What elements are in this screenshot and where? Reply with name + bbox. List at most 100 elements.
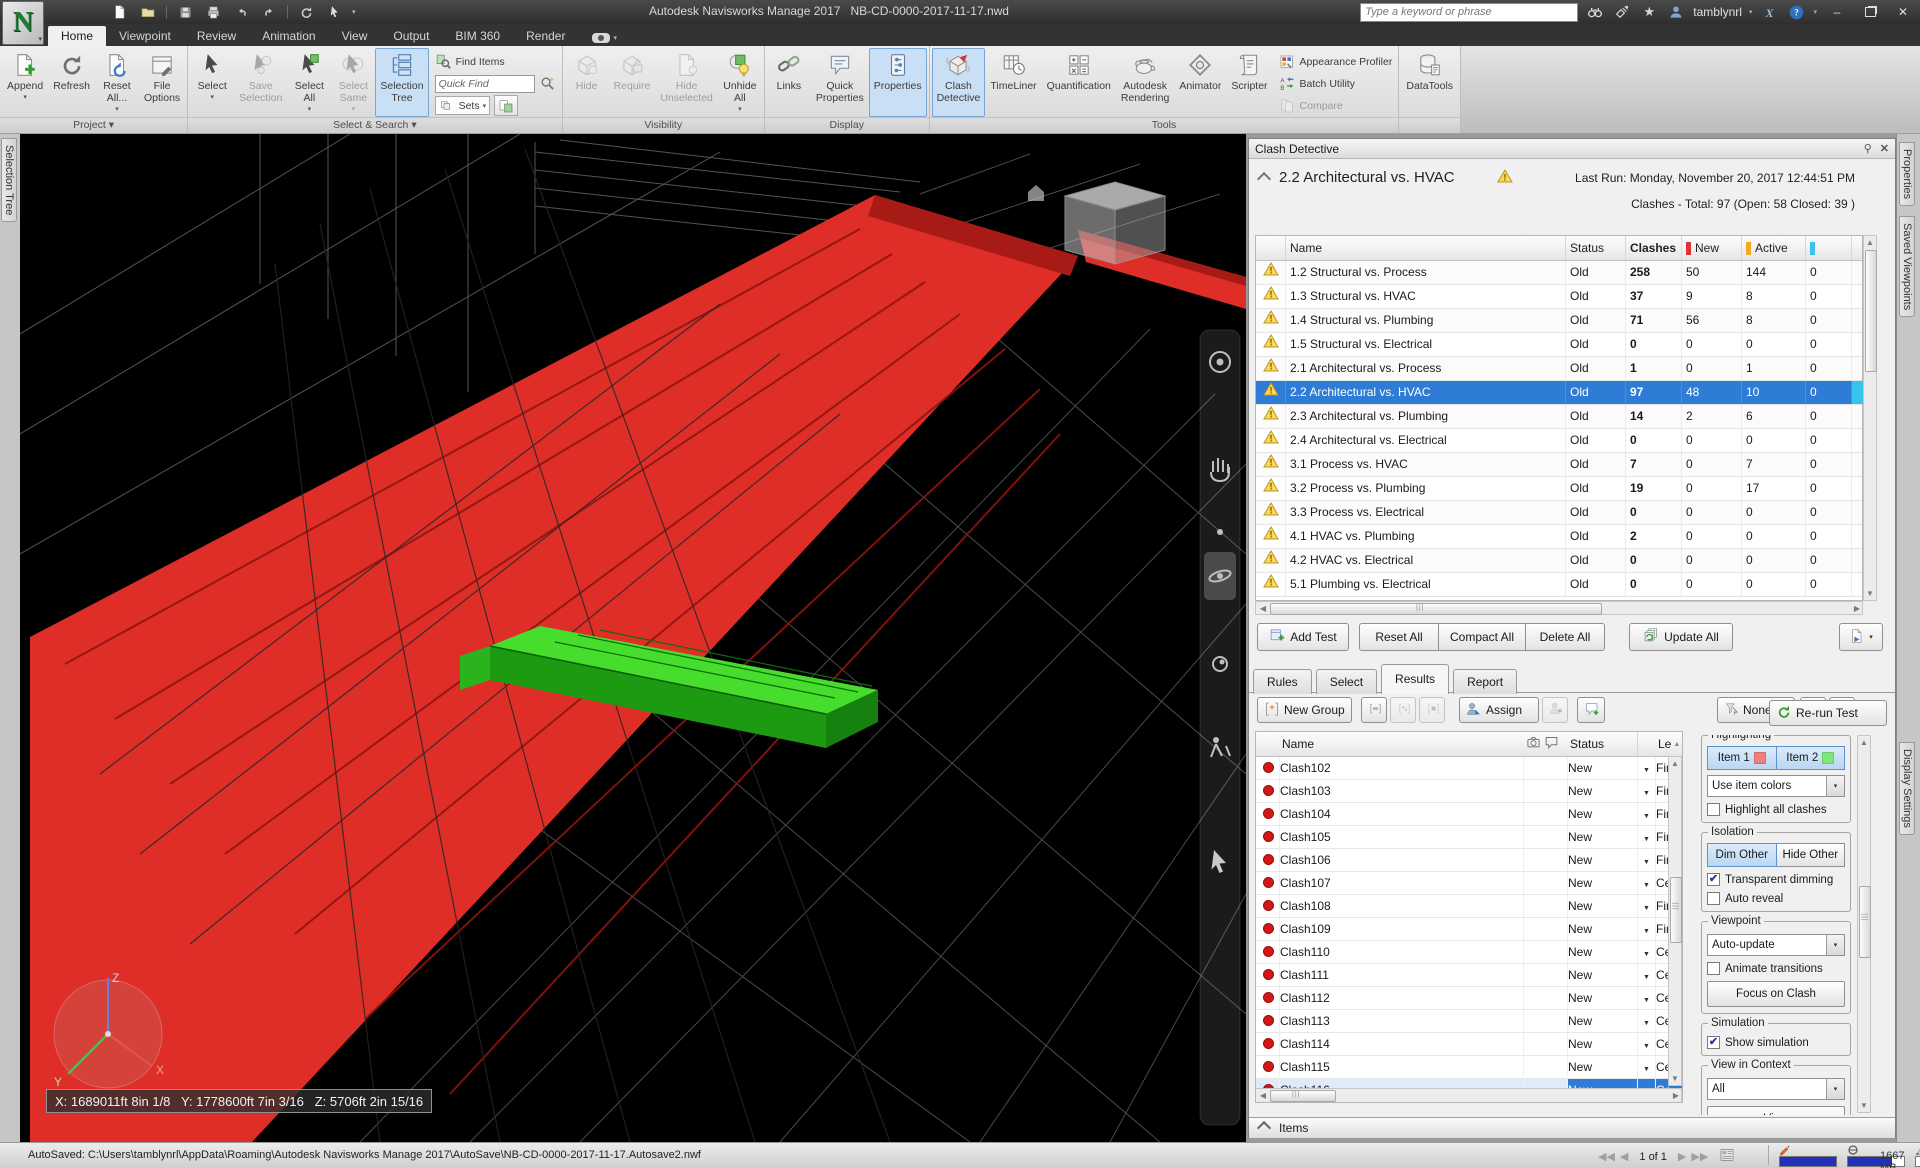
ribbon-button-reset-all[interactable]: Reset All...▾ xyxy=(95,48,139,117)
viewport-3d-canvas[interactable]: Z X Y X: 1689011ft 8in 1/8 Y: 1778600ft … xyxy=(20,134,1246,1142)
import-export-dropdown-button[interactable]: ▾ xyxy=(1839,623,1883,651)
ribbon-button-quantification[interactable]: Quantification xyxy=(1042,48,1116,117)
view-button[interactable]: View xyxy=(1707,1106,1845,1115)
group-label-select-search[interactable]: Select & Search ▾ xyxy=(188,117,561,133)
test-row-2-1-architectural-vs-process[interactable]: !2.1 Architectural vs. ProcessOld1010 xyxy=(1256,357,1862,381)
dock-tab-display-settings[interactable]: Display Settings xyxy=(1899,742,1915,835)
results-vertical-scrollbar[interactable]: ▲ ||| ▼ xyxy=(1668,756,1682,1086)
highlight-all-clashes-checkbox[interactable]: Highlight all clashes xyxy=(1707,803,1845,816)
tests-horizontal-scrollbar[interactable]: ◀ ||| ▶ xyxy=(1255,601,1863,615)
status-dropdown-caret-icon[interactable]: ▼ xyxy=(1638,1033,1656,1055)
ribbon-button-select-all[interactable]: Select All▾ xyxy=(287,48,331,117)
ribbon-button-unhide-all[interactable]: Unhide All▾ xyxy=(718,48,762,117)
ribbon-tab-viewpoint[interactable]: Viewpoint xyxy=(106,26,184,46)
new-group-button[interactable]: New Group xyxy=(1257,697,1352,723)
clash-tab-select[interactable]: Select xyxy=(1316,669,1377,694)
test-row-1-5-structural-vs-electrical[interactable]: !1.5 Structural vs. ElectricalOld0000 xyxy=(1256,333,1862,357)
ribbon-button-refresh[interactable]: Refresh xyxy=(48,48,95,117)
clash-row-clash113[interactable]: Clash113New▼Ce xyxy=(1256,1010,1682,1033)
close-button[interactable]: ✕ xyxy=(1890,3,1916,21)
render-menu-caret-icon[interactable]: ▾ xyxy=(613,34,617,42)
clash-row-clash115[interactable]: Clash115New▼Ce xyxy=(1256,1056,1682,1079)
ribbon-button-timeliner[interactable]: TimeLiner xyxy=(985,48,1041,117)
next-sheet-button[interactable]: ▶ xyxy=(1678,1150,1686,1163)
search-binoculars-icon[interactable] xyxy=(1585,3,1605,21)
user-menu-caret-icon[interactable]: ▾ xyxy=(1749,8,1753,16)
dock-tab-saved-viewpoints[interactable]: Saved Viewpoints xyxy=(1899,216,1915,317)
test-row-3-2-process-vs-plumbing[interactable]: !3.2 Process vs. PlumbingOld190170 xyxy=(1256,477,1862,501)
sets-dropdown[interactable]: Sets▾ xyxy=(435,96,491,115)
status-dropdown-caret-icon[interactable]: ▼ xyxy=(1638,918,1656,940)
ribbon-button-autodesk-rendering[interactable]: Autodesk Rendering xyxy=(1116,48,1174,117)
clash-tab-rules[interactable]: Rules xyxy=(1253,669,1312,694)
assign-button[interactable]: Assign xyxy=(1459,697,1539,723)
undo-icon[interactable] xyxy=(231,3,251,21)
status-dropdown-caret-icon[interactable]: ▼ xyxy=(1638,964,1656,986)
help-menu-caret-icon[interactable]: ▾ xyxy=(1813,8,1817,16)
test-row-1-2-structural-vs-process[interactable]: !1.2 Structural vs. ProcessOld258501440 xyxy=(1256,261,1862,285)
render-in-cloud-icon[interactable] xyxy=(592,33,610,43)
use-item-colors-dropdown[interactable]: Use item colors▾ xyxy=(1707,775,1845,797)
clash-tab-results[interactable]: Results xyxy=(1381,664,1449,694)
status-dropdown-caret-icon[interactable]: ▼ xyxy=(1638,987,1656,1009)
minimize-button[interactable]: – xyxy=(1824,3,1850,21)
clash-row-clash110[interactable]: Clash110New▼Ce xyxy=(1256,941,1682,964)
ribbon-button-batch-utility[interactable]: ABBatch Utility xyxy=(1279,74,1393,93)
items-section-header[interactable]: Items xyxy=(1249,1117,1895,1138)
add-test-button[interactable]: Add Test xyxy=(1257,623,1349,651)
selection-tree-tab[interactable]: Selection Tree xyxy=(1,138,17,222)
clash-row-clash107[interactable]: Clash107New▼Ce xyxy=(1256,872,1682,895)
results-list-header[interactable]: Name Status Le▲ xyxy=(1256,732,1682,757)
focus-on-clash-button[interactable]: Focus on Clash xyxy=(1707,981,1845,1007)
test-row-3-1-process-vs-hvac[interactable]: !3.1 Process vs. HVACOld7070 xyxy=(1256,453,1862,477)
view-in-context-dropdown[interactable]: All▾ xyxy=(1707,1078,1845,1100)
clash-row-clash104[interactable]: Clash104New▼Fir xyxy=(1256,803,1682,826)
auto-reveal-checkbox[interactable]: Auto reveal xyxy=(1707,892,1845,905)
help-icon[interactable]: ? xyxy=(1786,3,1806,21)
clash-row-clash103[interactable]: Clash103New▼Fir xyxy=(1256,780,1682,803)
sidebar-vertical-scrollbar[interactable]: ▲ ||| ▼ xyxy=(1857,735,1871,1113)
clash-row-clash105[interactable]: Clash105New▼Fir xyxy=(1256,826,1682,849)
application-menu-button[interactable]: N ▾ xyxy=(2,1,44,45)
animate-transitions-checkbox[interactable]: Animate transitions xyxy=(1707,962,1845,975)
last-sheet-button[interactable]: ▶▶ xyxy=(1691,1150,1708,1163)
clash-row-clash112[interactable]: Clash112New▼Ce xyxy=(1256,987,1682,1010)
manage-sets-button[interactable] xyxy=(494,95,518,116)
clash-row-clash109[interactable]: Clash109New▼Fir xyxy=(1256,918,1682,941)
group-label-project[interactable]: Project ▾ xyxy=(0,117,187,133)
status-dropdown-caret-icon[interactable]: ▼ xyxy=(1638,872,1656,894)
item2-button[interactable]: Item 2 xyxy=(1777,746,1846,770)
open-file-icon[interactable] xyxy=(138,3,158,21)
print-icon[interactable] xyxy=(203,3,223,21)
ribbon-button-animator[interactable]: Animator xyxy=(1174,48,1226,117)
ribbon-button-select[interactable]: Select▾ xyxy=(190,48,234,117)
pin-icon[interactable]: ⚲ xyxy=(1864,142,1872,155)
rerun-test-button[interactable]: Re-run Test xyxy=(1769,700,1887,726)
panel-close-icon[interactable]: ✕ xyxy=(1880,142,1889,155)
ribbon-tab-bim-360[interactable]: BIM 360 xyxy=(442,26,513,46)
first-sheet-button[interactable]: ◀◀ xyxy=(1598,1150,1615,1163)
clash-row-clash106[interactable]: Clash106New▼Fir xyxy=(1256,849,1682,872)
restore-button[interactable] xyxy=(1857,3,1883,21)
test-row-2-4-architectural-vs-electrical[interactable]: !2.4 Architectural vs. ElectricalOld0000 xyxy=(1256,429,1862,453)
status-dropdown-caret-icon[interactable]: ▼ xyxy=(1638,1010,1656,1032)
ribbon-button-clash-detective[interactable]: Clash Detective xyxy=(932,48,986,117)
hide-other-button[interactable]: Hide Other xyxy=(1777,843,1846,867)
compact-all-button[interactable]: Compact All xyxy=(1438,623,1526,651)
test-row-5-1-plumbing-vs-electrical[interactable]: !5.1 Plumbing vs. ElectricalOld0000 xyxy=(1256,573,1862,597)
test-row-1-4-structural-vs-plumbing[interactable]: !1.4 Structural vs. PlumbingOld715680 xyxy=(1256,309,1862,333)
ribbon-button-quick-properties[interactable]: Quick Properties xyxy=(811,48,869,117)
dim-other-button[interactable]: Dim Other xyxy=(1707,843,1777,867)
clash-row-clash102[interactable]: Clash102New▼Fir xyxy=(1256,757,1682,780)
quick-find-input[interactable] xyxy=(435,75,535,93)
ribbon-button-selection-tree[interactable]: Selection Tree xyxy=(375,48,428,117)
dock-tab-properties[interactable]: Properties xyxy=(1899,142,1915,206)
select-cursor-icon[interactable] xyxy=(324,3,344,21)
test-row-2-3-architectural-vs-plumbing[interactable]: !2.3 Architectural vs. PlumbingOld14260 xyxy=(1256,405,1862,429)
ribbon-button-properties[interactable]: Properties xyxy=(869,48,927,117)
reset-all-button[interactable]: Reset All xyxy=(1359,623,1439,651)
refresh-icon[interactable] xyxy=(296,3,316,21)
viewpoint-mode-dropdown[interactable]: Auto-update▾ xyxy=(1707,934,1845,956)
add-comment-button[interactable] xyxy=(1577,697,1605,723)
status-dropdown-caret-icon[interactable]: ▼ xyxy=(1638,803,1656,825)
